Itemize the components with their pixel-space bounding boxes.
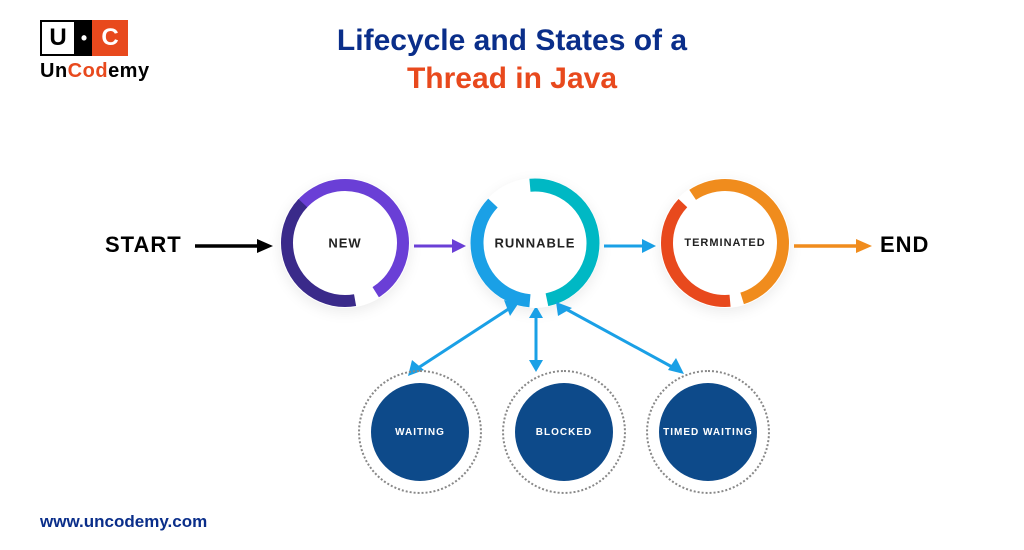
state-new-label: NEW — [328, 236, 361, 251]
start-label: START — [105, 232, 182, 258]
state-waiting: WAITING — [371, 383, 469, 481]
website-url: www.uncodemy.com — [40, 512, 207, 532]
state-terminated: TERMINATED — [660, 178, 790, 308]
logo-icon: U • C — [40, 20, 150, 56]
arrow-runnable-blocked — [524, 308, 548, 372]
state-terminated-label: TERMINATED — [684, 237, 765, 249]
title-line-1: Lifecycle and States of a — [0, 24, 1024, 58]
state-runnable: RUNNABLE — [470, 178, 600, 308]
page-title: Lifecycle and States of a Thread in Java — [0, 0, 1024, 96]
arrow-runnable-waiting — [400, 300, 520, 380]
title-line-2: Thread in Java — [0, 62, 1024, 96]
end-label: END — [880, 232, 929, 258]
logo-dot: • — [76, 20, 92, 56]
logo-u: U — [40, 20, 76, 56]
arrow-terminated-to-end — [794, 236, 874, 256]
state-blocked: BLOCKED — [515, 383, 613, 481]
logo: U • C UnCodemy — [40, 20, 150, 83]
lifecycle-diagram: START END NEW RUNNABLE TERM — [0, 160, 1024, 500]
logo-text-emy: emy — [108, 60, 150, 82]
state-blocked-label: BLOCKED — [536, 427, 592, 438]
state-timed-waiting: TIMED WAITING — [659, 383, 757, 481]
logo-text-cod: Cod — [68, 60, 108, 82]
logo-text: UnCodemy — [40, 60, 150, 83]
arrow-runnable-timed-waiting — [552, 300, 692, 380]
logo-text-un: Un — [40, 60, 68, 82]
logo-c: C — [92, 20, 128, 56]
state-new: NEW — [280, 178, 410, 308]
state-timed-waiting-label: TIMED WAITING — [663, 426, 753, 439]
arrow-new-to-runnable — [414, 236, 468, 256]
arrow-start-to-new — [195, 236, 275, 256]
arrow-runnable-to-terminated — [604, 236, 658, 256]
state-waiting-label: WAITING — [395, 427, 445, 438]
state-runnable-label: RUNNABLE — [495, 236, 576, 251]
